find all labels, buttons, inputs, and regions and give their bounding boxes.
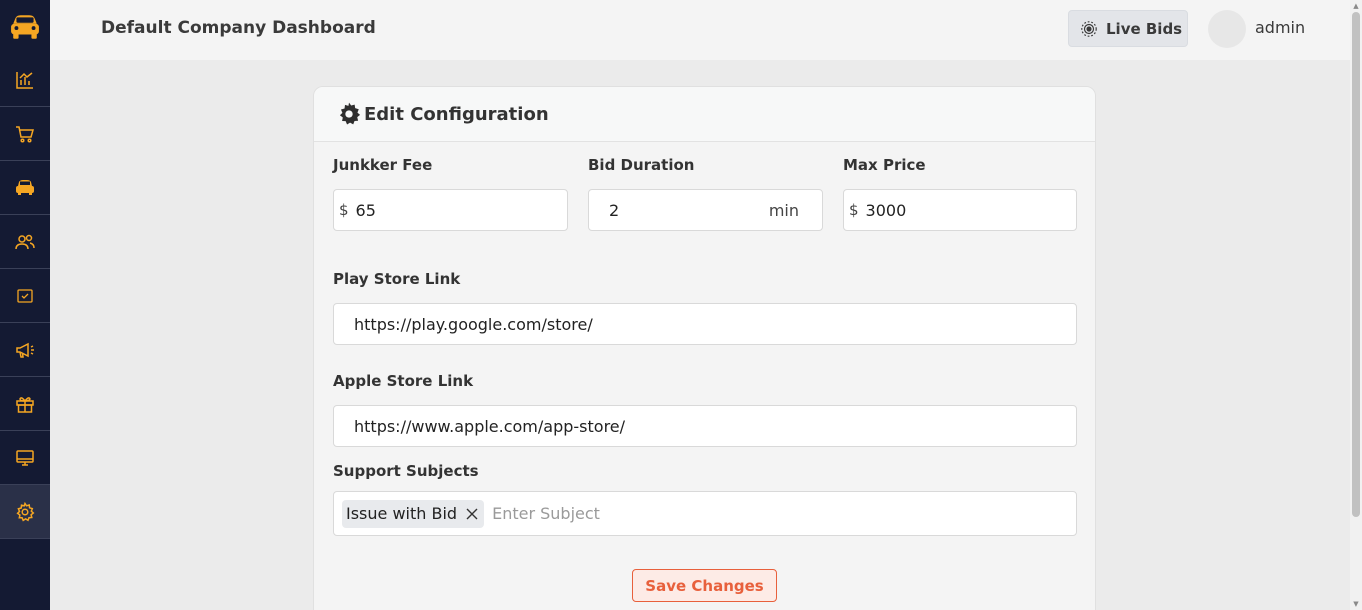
sidebar-item-vehicles[interactable] <box>0 161 50 215</box>
scroll-thumb[interactable] <box>1352 12 1360 517</box>
junkker-fee-label: Junkker Fee <box>333 156 433 174</box>
page-scrollbar[interactable]: ▲ ▼ <box>1350 0 1362 610</box>
support-subjects-label: Support Subjects <box>333 462 479 480</box>
duration-unit-suffix: min <box>768 200 799 220</box>
sidebar-item-analytics[interactable] <box>0 53 50 107</box>
close-icon[interactable] <box>465 507 479 521</box>
junkker-fee-field[interactable]: $ 65 <box>333 189 568 231</box>
apple-store-link-value[interactable]: https://www.apple.com/app-store/ <box>334 417 625 436</box>
live-bids-label: Live Bids <box>1106 19 1183 38</box>
sidebar-item-rewards[interactable] <box>0 377 50 431</box>
card-header: Edit Configuration <box>314 87 1095 142</box>
bid-duration-value[interactable]: 2 <box>589 201 619 220</box>
gift-icon <box>16 396 34 413</box>
play-store-link-value[interactable]: https://play.google.com/store/ <box>334 315 593 334</box>
gear-icon <box>16 501 35 522</box>
sidebar-item-users[interactable] <box>0 215 50 269</box>
bid-duration-label: Bid Duration <box>588 156 695 174</box>
save-changes-button[interactable]: Save Changes <box>632 569 777 602</box>
analytics-icon <box>16 71 33 89</box>
max-price-label: Max Price <box>843 156 926 174</box>
edit-configuration-card: Edit Configuration Junkker Fee Bid Durat… <box>313 86 1096 610</box>
avatar[interactable] <box>1208 10 1246 48</box>
junkker-fee-value[interactable]: 65 <box>356 201 376 220</box>
sidebar-item-marketing[interactable] <box>0 323 50 377</box>
sidebar-item-settings[interactable] <box>0 485 50 539</box>
sidebar-item-orders[interactable] <box>0 107 50 161</box>
car-logo-icon <box>11 14 39 39</box>
apple-store-link-field[interactable]: https://www.apple.com/app-store/ <box>333 405 1077 447</box>
subject-input[interactable]: Enter Subject <box>492 504 600 523</box>
top-header: Default Company Dashboard Live Bids admi… <box>50 0 1350 60</box>
live-bids-button[interactable]: Live Bids <box>1068 10 1188 47</box>
cart-icon <box>16 125 34 143</box>
gear-icon <box>339 102 361 125</box>
sidebar-item-display[interactable] <box>0 431 50 485</box>
username[interactable]: admin <box>1255 18 1305 37</box>
card-title: Edit Configuration <box>364 103 549 125</box>
max-price-value[interactable]: 3000 <box>866 201 907 220</box>
max-price-field[interactable]: $ 3000 <box>843 189 1077 231</box>
sidebar <box>0 0 50 610</box>
car-icon <box>16 179 34 195</box>
logo[interactable] <box>0 0 50 53</box>
megaphone-icon <box>16 342 34 358</box>
scroll-up-arrow-icon[interactable]: ▲ <box>1352 2 1360 10</box>
apple-store-label: Apple Store Link <box>333 372 474 390</box>
support-subjects-field[interactable]: Issue with Bid Enter Subject <box>333 491 1077 536</box>
play-store-label: Play Store Link <box>333 270 461 288</box>
monitor-icon <box>16 449 34 466</box>
play-store-link-field[interactable]: https://play.google.com/store/ <box>333 303 1077 345</box>
currency-prefix: $ <box>849 201 859 219</box>
page-title: Default Company Dashboard <box>101 18 376 38</box>
checklist-icon <box>17 288 33 303</box>
sidebar-item-tasks[interactable] <box>0 269 50 323</box>
subject-chip-label: Issue with Bid <box>346 504 458 523</box>
users-icon <box>15 234 35 249</box>
scroll-down-arrow-icon[interactable]: ▼ <box>1352 600 1360 608</box>
currency-prefix: $ <box>339 201 349 219</box>
bid-duration-field[interactable]: 2 min <box>588 189 823 231</box>
live-broadcast-icon <box>1081 20 1097 37</box>
subject-chip: Issue with Bid <box>342 499 485 528</box>
